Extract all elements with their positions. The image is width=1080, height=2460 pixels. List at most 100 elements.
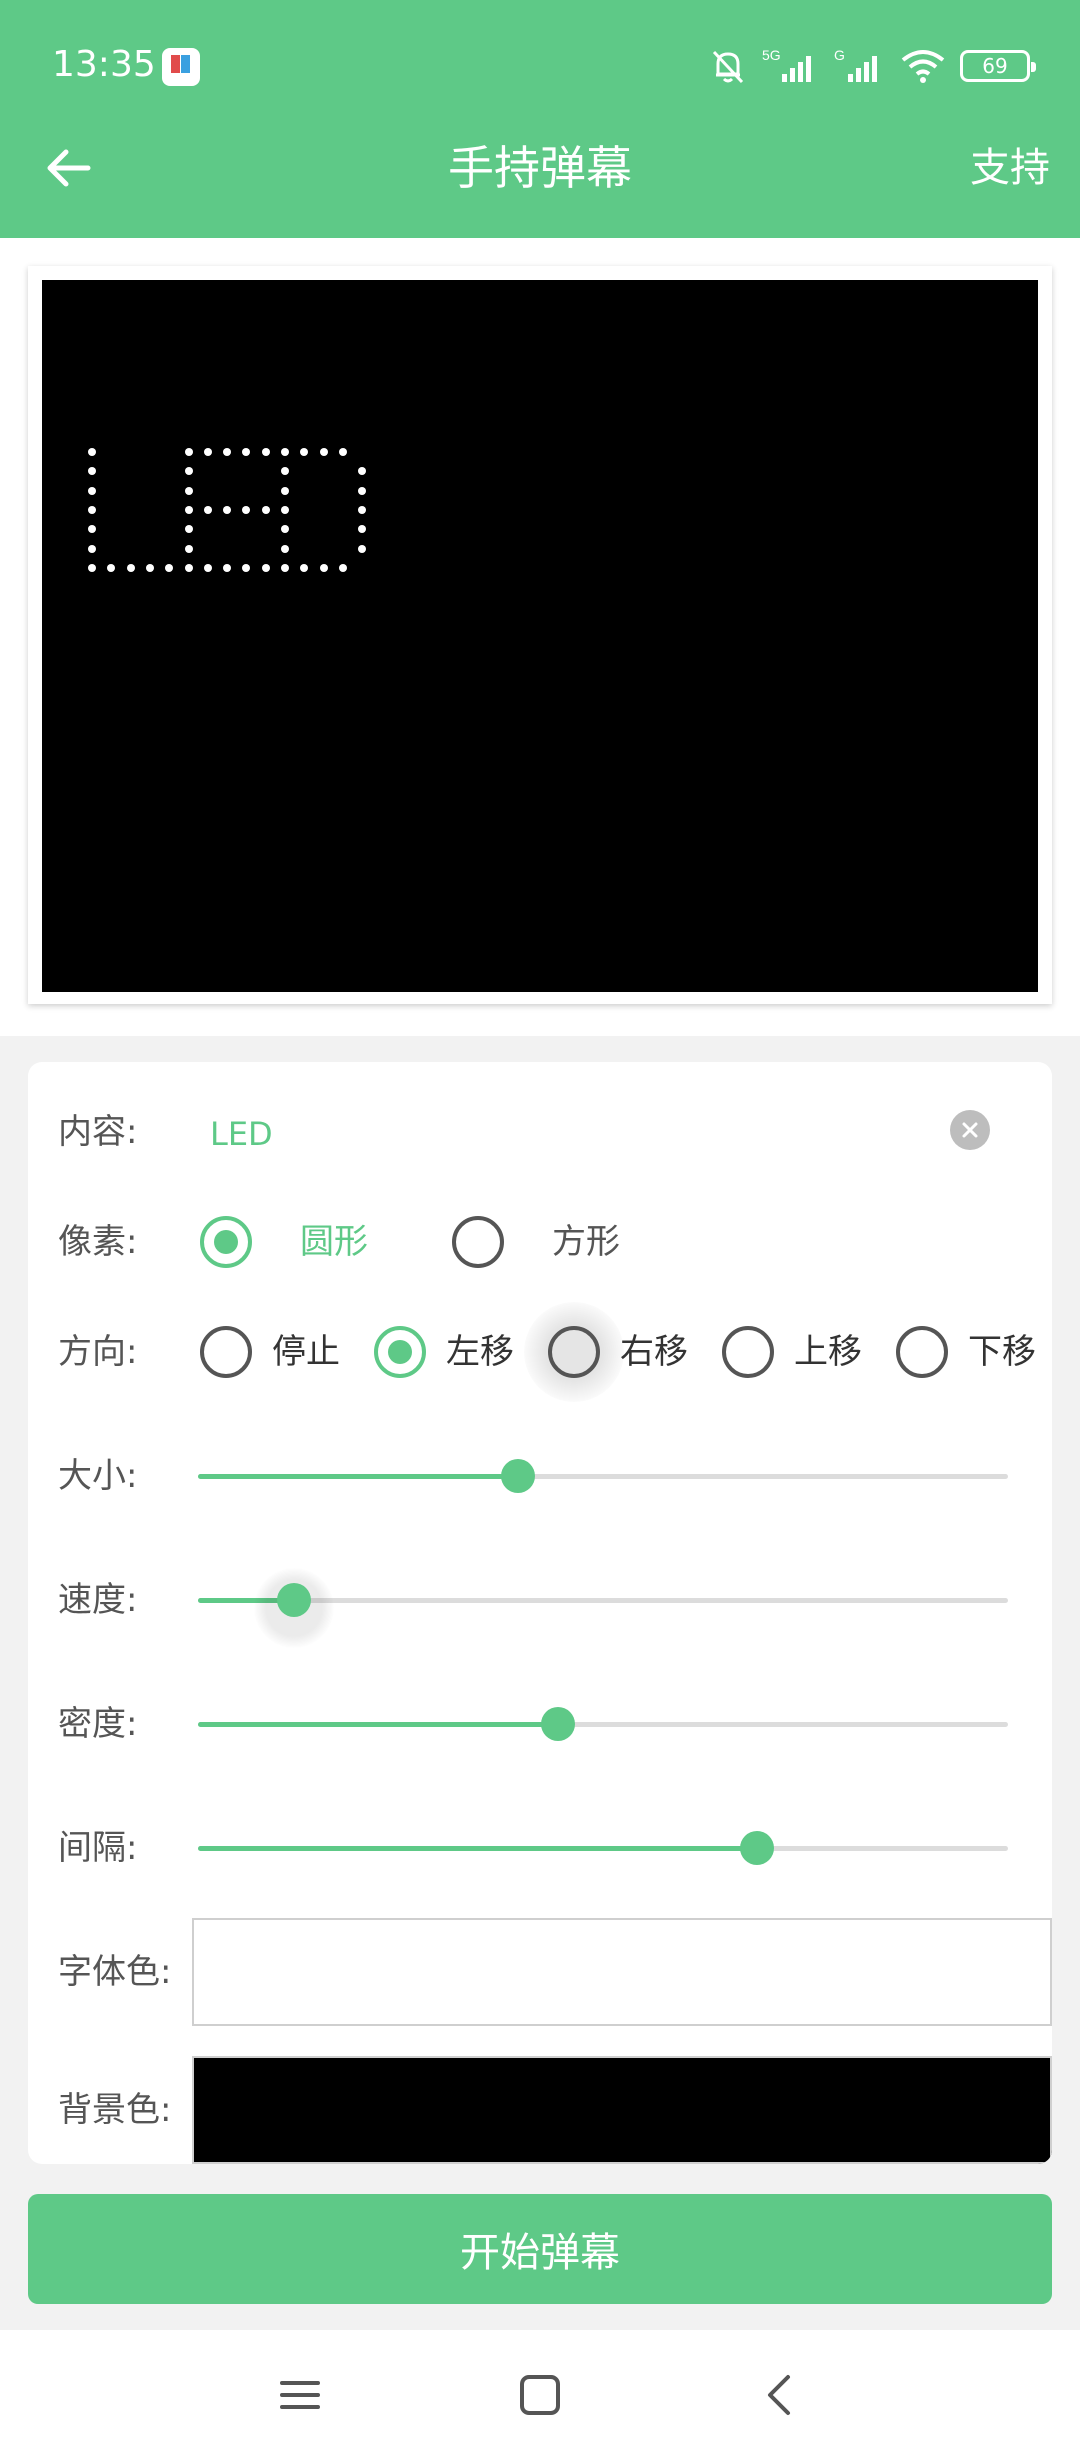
led-pixel	[358, 467, 367, 476]
preview-card	[28, 266, 1052, 1004]
led-pixel	[358, 525, 367, 534]
led-pixel	[184, 486, 193, 495]
led-pixel	[203, 505, 212, 514]
led-pixel	[281, 467, 289, 476]
direction-radio-up[interactable]	[722, 1326, 774, 1378]
app-notification-icon	[162, 48, 200, 86]
led-pixel	[300, 448, 309, 456]
led-pixel	[88, 448, 96, 456]
led-pixel	[126, 563, 135, 572]
density-slider[interactable]	[198, 1707, 1008, 1741]
content-label: 内容:	[58, 1112, 138, 1152]
led-pixel	[203, 563, 212, 572]
led-pixel	[88, 467, 96, 476]
led-pixel	[358, 505, 367, 514]
led-pixel	[281, 448, 289, 456]
led-pixel	[358, 486, 367, 495]
led-preview-screen	[42, 280, 1038, 992]
led-pixel	[88, 505, 96, 514]
preview-area	[0, 238, 1080, 1036]
interval-slider-thumb[interactable]	[739, 1831, 774, 1865]
background-color-label: 背景色:	[58, 2090, 172, 2130]
home-square-icon	[520, 2375, 560, 2415]
size-slider-fill	[198, 1474, 518, 1479]
signal-5g-icon: 5G	[762, 47, 811, 82]
pixel-radio-square[interactable]	[452, 1216, 504, 1268]
led-pixel	[184, 525, 193, 534]
clear-content-button[interactable]	[950, 1110, 990, 1150]
direction-option-up-label: 上移	[794, 1332, 862, 1372]
mute-bell-icon	[712, 50, 744, 84]
speed-slider[interactable]	[198, 1568, 1008, 1648]
led-pixel	[300, 563, 309, 572]
led-pixel	[319, 448, 328, 456]
led-pixel	[184, 563, 193, 572]
menu-button[interactable]	[270, 2365, 330, 2425]
led-pixel	[107, 563, 116, 572]
battery-level: 69	[982, 54, 1008, 78]
led-pixel	[184, 505, 193, 514]
chevron-left-icon	[768, 2375, 790, 2415]
led-pixel	[338, 448, 347, 456]
size-slider[interactable]	[198, 1459, 1008, 1493]
direction-option-left-label: 左移	[446, 1332, 514, 1372]
led-pixel	[88, 525, 96, 534]
interval-slider[interactable]	[198, 1831, 1008, 1865]
led-pixel	[223, 505, 232, 514]
interval-slider-fill	[198, 1846, 757, 1851]
svg-text:G: G	[834, 47, 845, 63]
direction-radio-right[interactable]	[548, 1326, 600, 1378]
led-pixel	[88, 486, 96, 495]
led-pixel	[281, 563, 289, 572]
led-pixel	[261, 448, 270, 456]
density-label: 密度:	[58, 1704, 138, 1744]
size-label: 大小:	[58, 1456, 138, 1496]
pixel-option-square-label: 方形	[552, 1222, 620, 1262]
led-pixel	[338, 563, 347, 572]
density-slider-thumb[interactable]	[541, 1707, 576, 1741]
led-pixel	[88, 563, 96, 572]
size-slider-thumb[interactable]	[500, 1459, 535, 1493]
led-pixel	[145, 563, 154, 572]
led-pixel	[184, 544, 193, 553]
speed-label: 速度:	[58, 1580, 138, 1620]
led-pixel	[261, 505, 270, 514]
led-pixel	[358, 544, 367, 553]
nav-back-button[interactable]	[750, 2365, 810, 2425]
svg-text:5G: 5G	[762, 47, 781, 63]
led-pixel	[319, 563, 328, 572]
led-pixel	[223, 563, 232, 572]
led-pixel	[281, 505, 289, 514]
close-icon	[962, 1122, 978, 1138]
status-time: 13:35	[52, 44, 156, 85]
page-title: 手持弹幕	[448, 141, 632, 195]
status-icons: 5G G 69	[708, 44, 1036, 88]
support-button[interactable]: 支持	[970, 138, 1050, 198]
pixel-label: 像素:	[58, 1222, 138, 1262]
direction-option-down-label: 下移	[968, 1332, 1036, 1372]
direction-radio-down[interactable]	[896, 1326, 948, 1378]
led-pixel	[184, 467, 193, 476]
signal-g-icon: G	[834, 47, 877, 82]
battery-icon: 69	[960, 50, 1036, 82]
led-pixel	[203, 448, 212, 456]
direction-radio-left[interactable]	[374, 1326, 426, 1378]
led-pixel	[242, 563, 251, 572]
pixel-radio-circle[interactable]	[200, 1216, 252, 1268]
led-pixel	[242, 448, 251, 456]
settings-card: 内容: LED 像素: 圆形 方形 方向: 停止 左移 右移 上移 下移 大小:…	[28, 1062, 1052, 2164]
font-color-label: 字体色:	[58, 1952, 172, 1992]
direction-radio-stop[interactable]	[200, 1326, 252, 1378]
system-nav-bar	[0, 2330, 1080, 2460]
density-slider-fill	[198, 1722, 559, 1727]
pixel-option-circle-label: 圆形	[300, 1222, 368, 1262]
led-pixel	[261, 563, 270, 572]
interval-label: 间隔:	[58, 1828, 138, 1868]
direction-option-stop-label: 停止	[272, 1332, 340, 1372]
start-danmaku-button[interactable]: 开始弹幕	[28, 2194, 1052, 2304]
content-input[interactable]: LED	[210, 1114, 273, 1154]
background-color-picker[interactable]	[192, 2056, 1052, 2164]
speed-slider-thumb[interactable]	[276, 1583, 311, 1617]
font-color-picker[interactable]	[192, 1918, 1052, 2026]
home-button[interactable]	[510, 2365, 570, 2425]
